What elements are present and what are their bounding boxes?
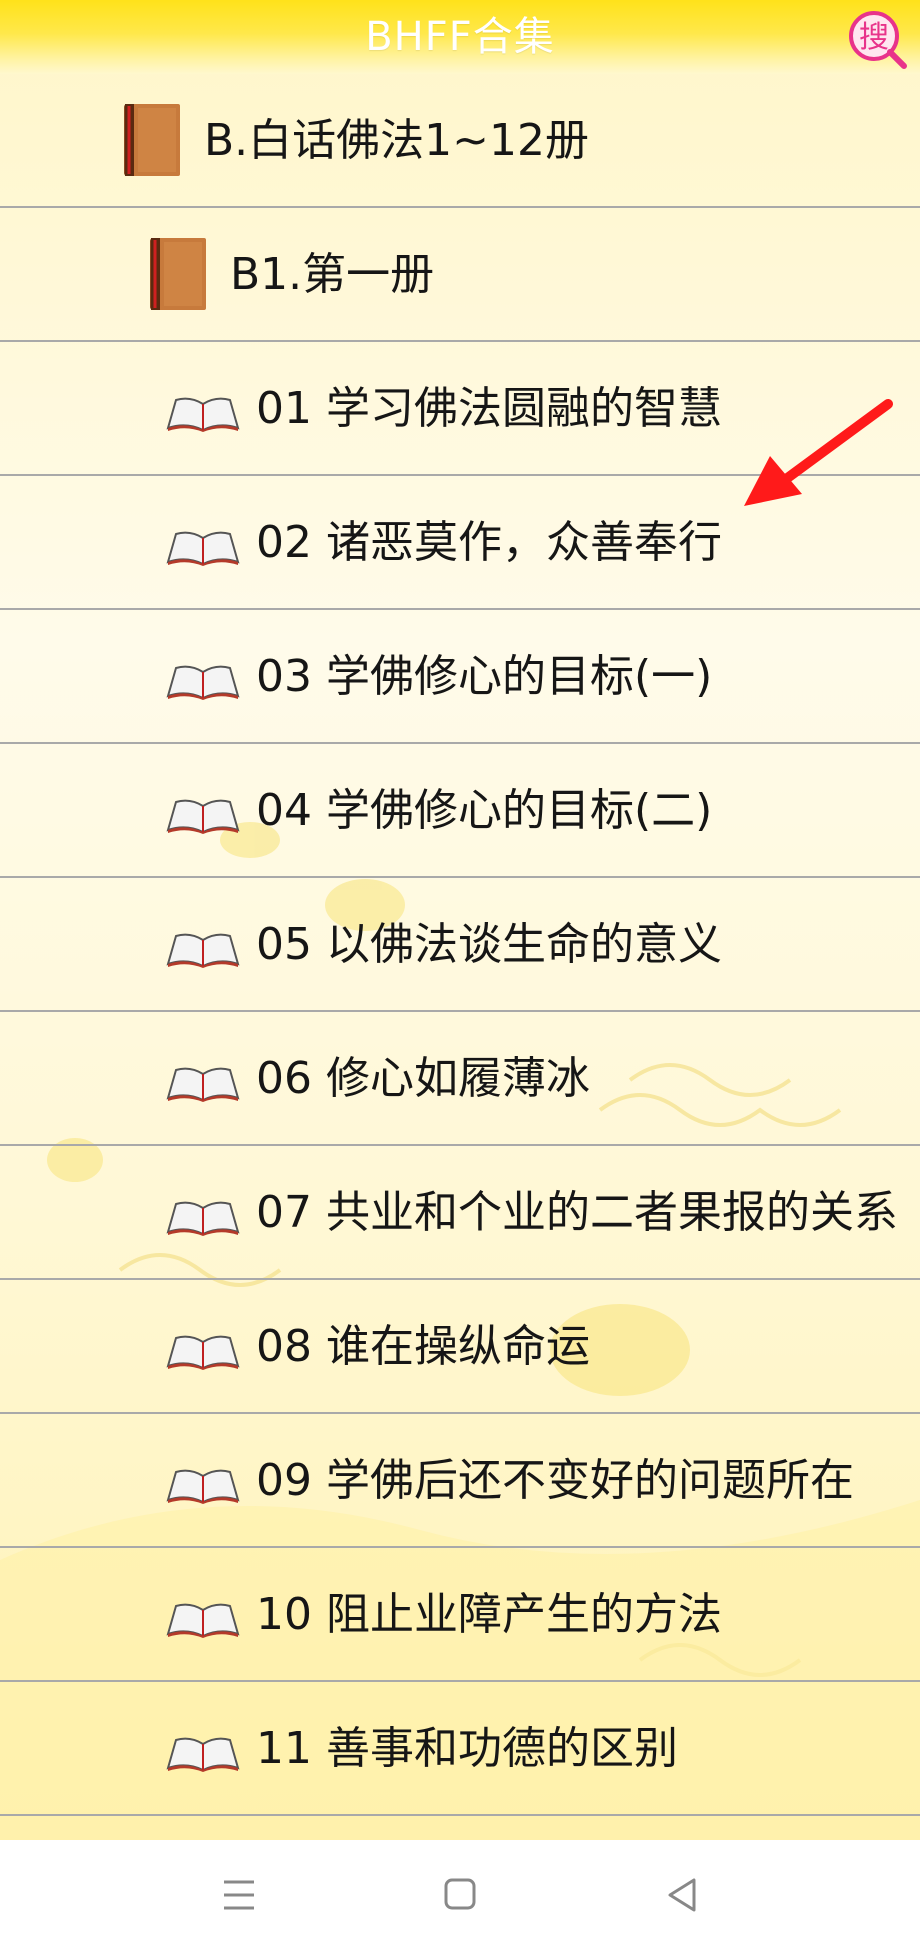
system-nav-bar <box>0 1840 920 1948</box>
search-button[interactable]: 搜 <box>846 8 908 70</box>
chapter-item[interactable]: 09 学佛后还不变好的问题所在 <box>0 1414 920 1548</box>
book-label: B.白话佛法1~12册 <box>204 115 590 166</box>
open-book-icon <box>166 1603 240 1638</box>
book-icon <box>124 104 180 176</box>
chapter-item[interactable]: 08 谁在操纵命运 <box>0 1280 920 1414</box>
volume-label: B1.第一册 <box>230 249 435 300</box>
open-book-icon <box>166 1737 240 1772</box>
annotation-arrow-icon <box>744 399 893 506</box>
search-glyph: 搜 <box>859 20 889 55</box>
app-header: BHFF合集 搜 <box>0 0 920 74</box>
chapter-label: 02 诸恶莫作，众善奉行 <box>256 517 722 568</box>
book-icon <box>150 238 206 310</box>
chapter-label: 07 共业和个业的二者果报的关系 <box>256 1187 898 1238</box>
chapter-label: 10 阻止业障产生的方法 <box>256 1589 722 1640</box>
chapter-item[interactable]: 05 以佛法谈生命的意义 <box>0 878 920 1012</box>
open-book-icon <box>166 531 240 566</box>
search-icon: 搜 <box>849 11 907 69</box>
chapter-label: 01 学习佛法圆融的智慧 <box>256 383 722 434</box>
open-book-icon <box>166 799 240 834</box>
app-screen: BHFF合集 搜 B.白话佛法1~12册 B1.第一册 01 学习佛法圆融的智慧… <box>0 0 920 1840</box>
home-icon[interactable] <box>430 1864 490 1924</box>
open-book-icon <box>166 397 240 432</box>
chapter-label: 04 学佛修心的目标(二) <box>256 785 713 836</box>
chapter-label: 05 以佛法谈生命的意义 <box>256 919 722 970</box>
open-book-icon <box>166 933 240 968</box>
open-book-icon <box>166 665 240 700</box>
chapter-label: 09 学佛后还不变好的问题所在 <box>256 1455 854 1506</box>
menu-icon[interactable] <box>208 1864 268 1924</box>
chapter-label: 03 学佛修心的目标(一) <box>256 651 713 702</box>
chapter-item[interactable]: 06 修心如履薄冰 <box>0 1012 920 1146</box>
open-book-icon <box>166 1469 240 1504</box>
chapter-item[interactable]: 04 学佛修心的目标(二) <box>0 744 920 878</box>
chapter-item[interactable]: 03 学佛修心的目标(一) <box>0 610 920 744</box>
chapter-label: 06 修心如履薄冰 <box>256 1053 590 1104</box>
chapter-item[interactable]: 11 善事和功德的区别 <box>0 1682 920 1816</box>
chapter-item[interactable]: 07 共业和个业的二者果报的关系 <box>0 1146 920 1280</box>
tree-item-volume[interactable]: B1.第一册 <box>0 208 920 342</box>
open-book-icon <box>166 1335 240 1370</box>
open-book-icon <box>166 1201 240 1236</box>
back-icon[interactable] <box>652 1864 712 1924</box>
chapter-label: 08 谁在操纵命运 <box>256 1321 590 1372</box>
open-book-icon <box>166 1067 240 1102</box>
chapter-label: 11 善事和功德的区别 <box>256 1723 678 1774</box>
chapter-item[interactable]: 10 阻止业障产生的方法 <box>0 1548 920 1682</box>
tree-item-book[interactable]: B.白话佛法1~12册 <box>0 74 920 208</box>
app-title: BHFF合集 <box>365 14 555 60</box>
